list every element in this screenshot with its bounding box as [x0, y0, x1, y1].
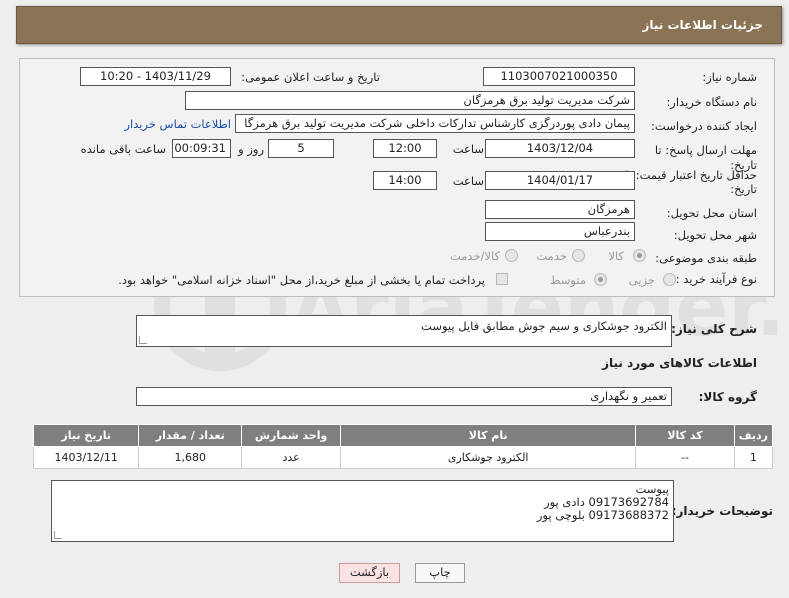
remaining-field[interactable]: 00:09:31 — [172, 139, 231, 158]
province-field[interactable]: هرمزگان — [485, 200, 635, 219]
price-valid-time-label: ساعت — [452, 174, 484, 188]
deadline-time-field[interactable]: 12:00 — [373, 139, 437, 158]
goods-table-header: ردیف کد کالا نام کالا واحد شمارش تعداد /… — [32, 424, 774, 447]
category-radio-both[interactable] — [505, 249, 518, 262]
col-name: نام کالا — [340, 424, 637, 447]
category-option-goods: کالا — [608, 249, 624, 263]
announce-field[interactable]: 1403/11/29 - 10:20 — [80, 67, 231, 86]
table-row: 1 -- الکترود جوشکاری عدد 1,680 1403/12/1… — [32, 446, 774, 469]
deadline-time-label: ساعت — [452, 142, 484, 156]
province-label: استان محل تحویل: — [666, 206, 757, 220]
cell-quantity: 1,680 — [138, 446, 243, 469]
need-number-field[interactable]: 1103007021000350 — [483, 67, 635, 86]
col-need-date: تاریخ نیاز — [32, 424, 140, 447]
col-unit: واحد شمارش — [241, 424, 342, 447]
goods-group-label: گروه کالا: — [698, 390, 757, 404]
price-valid-time-field[interactable]: 14:00 — [373, 171, 437, 190]
category-radio-goods[interactable] — [633, 249, 646, 262]
deadline-date-field[interactable]: 1403/12/04 — [485, 139, 635, 158]
cell-unit: عدد — [241, 446, 342, 469]
creator-label: ایجاد کننده درخواست: — [651, 119, 757, 133]
deadline-label: مهلت ارسال پاسخ: تا — [654, 143, 757, 157]
resize-handle-icon[interactable] — [139, 336, 147, 344]
buyer-contact-link[interactable]: اطلاعات تماس خریدار — [124, 117, 231, 131]
price-valid-date-field[interactable]: 1404/01/17 — [485, 171, 635, 190]
description-text: الکترود جوشکاری و سیم جوش مطابق فایل پیو… — [421, 319, 667, 333]
buyer-org-label: نام دستگاه خریدار: — [666, 95, 757, 109]
col-code: کد کالا — [635, 424, 735, 447]
purchase-option-medium: متوسط — [549, 273, 586, 287]
buyer-notes-line: 09173688372 بلوچی پور — [536, 508, 669, 522]
need-number-label: شماره نیاز: — [702, 70, 757, 84]
description-label: شرح کلی نیاز: — [671, 322, 757, 336]
purchase-radio-medium[interactable] — [594, 273, 607, 286]
treasury-payment-note: پرداخت تمام یا بخشی از مبلغ خرید،از محل … — [118, 273, 485, 287]
price-valid-label-date: تاریخ: — [730, 182, 757, 196]
goods-table-wrapper: ردیف کد کالا نام کالا واحد شمارش تعداد /… — [32, 424, 774, 469]
print-button[interactable]: چاپ — [415, 563, 465, 583]
description-textarea[interactable]: الکترود جوشکاری و سیم جوش مطابق فایل پیو… — [136, 315, 672, 347]
treasury-payment-checkbox[interactable] — [496, 273, 508, 285]
category-option-both: کالا/خدمت — [449, 249, 500, 263]
cell-name: الکترود جوشکاری — [340, 446, 637, 469]
days-label: روز و — [238, 142, 264, 156]
remaining-label: ساعت باقی مانده — [80, 142, 166, 156]
announce-label: تاریخ و ساعت اعلان عمومی: — [241, 70, 380, 84]
buyer-notes-textarea[interactable]: پیوست 09173692784 دادی پور 09173688372 ب… — [51, 480, 674, 542]
goods-section-title: اطلاعات کالاهای مورد نیاز — [602, 356, 757, 370]
back-button[interactable]: بازگشت — [339, 563, 400, 583]
purchase-radio-minor[interactable] — [663, 273, 676, 286]
city-label: شهر محل تحویل: — [673, 228, 757, 242]
category-label: طبقه بندی موضوعی: — [655, 251, 757, 265]
days-field[interactable]: 5 — [268, 139, 334, 158]
cell-need-date: 1403/12/11 — [32, 446, 140, 469]
city-field[interactable]: بندرعباس — [485, 222, 635, 241]
purchase-option-minor: جزیی — [628, 273, 655, 287]
buyer-notes-label: توضیحات خریدار: — [671, 504, 773, 518]
cell-row: 1 — [733, 446, 774, 469]
resize-handle-icon[interactable] — [54, 531, 62, 539]
goods-group-field[interactable]: تعمیر و نگهداری — [136, 387, 672, 406]
page-header: جزئیات اطلاعات نیاز — [16, 6, 782, 44]
category-radio-service[interactable] — [572, 249, 585, 262]
col-quantity: تعداد / مقدار — [138, 424, 243, 447]
price-valid-label: حداقل تاریخ اعتبار قیمت: تا — [625, 168, 757, 182]
cell-code: -- — [635, 446, 735, 469]
category-option-service: خدمت — [536, 249, 567, 263]
purchase-type-label: نوع فرآیند خرید : — [675, 272, 757, 286]
page-title: جزئیات اطلاعات نیاز — [642, 18, 763, 32]
buyer-org-field[interactable]: شرکت مدیریت تولید برق هرمزگان — [185, 91, 635, 110]
creator-field[interactable]: پیمان دادی پوردرگزی کارشناس تدارکات داخل… — [235, 114, 635, 133]
goods-table: ردیف کد کالا نام کالا واحد شمارش تعداد /… — [32, 424, 774, 469]
col-row: ردیف — [733, 424, 774, 447]
